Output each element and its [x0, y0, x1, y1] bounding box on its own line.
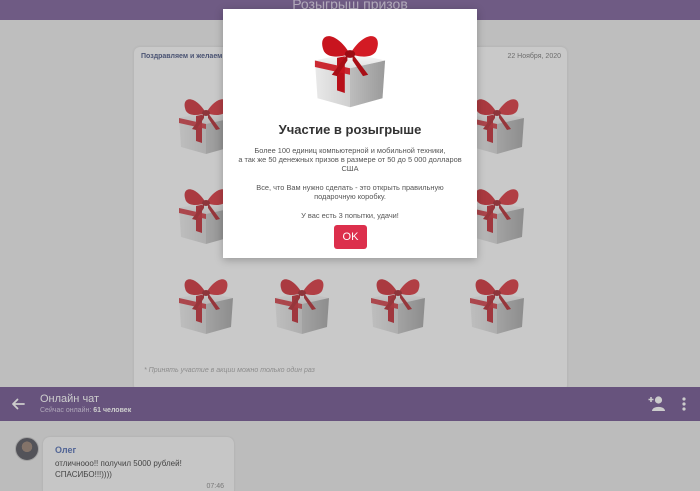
giveaway-modal: Участие в розыгрыше Более 100 единиц ком…: [223, 9, 477, 258]
ok-button[interactable]: OK: [334, 225, 367, 249]
modal-text-line: подарочную коробку.: [314, 192, 386, 201]
gift-box-icon: [311, 23, 389, 111]
modal-text-line: У вас есть 3 попытки, удачи!: [301, 211, 399, 220]
modal-text-line: США: [341, 164, 359, 173]
modal-title: Участие в розыгрыше: [278, 122, 422, 137]
